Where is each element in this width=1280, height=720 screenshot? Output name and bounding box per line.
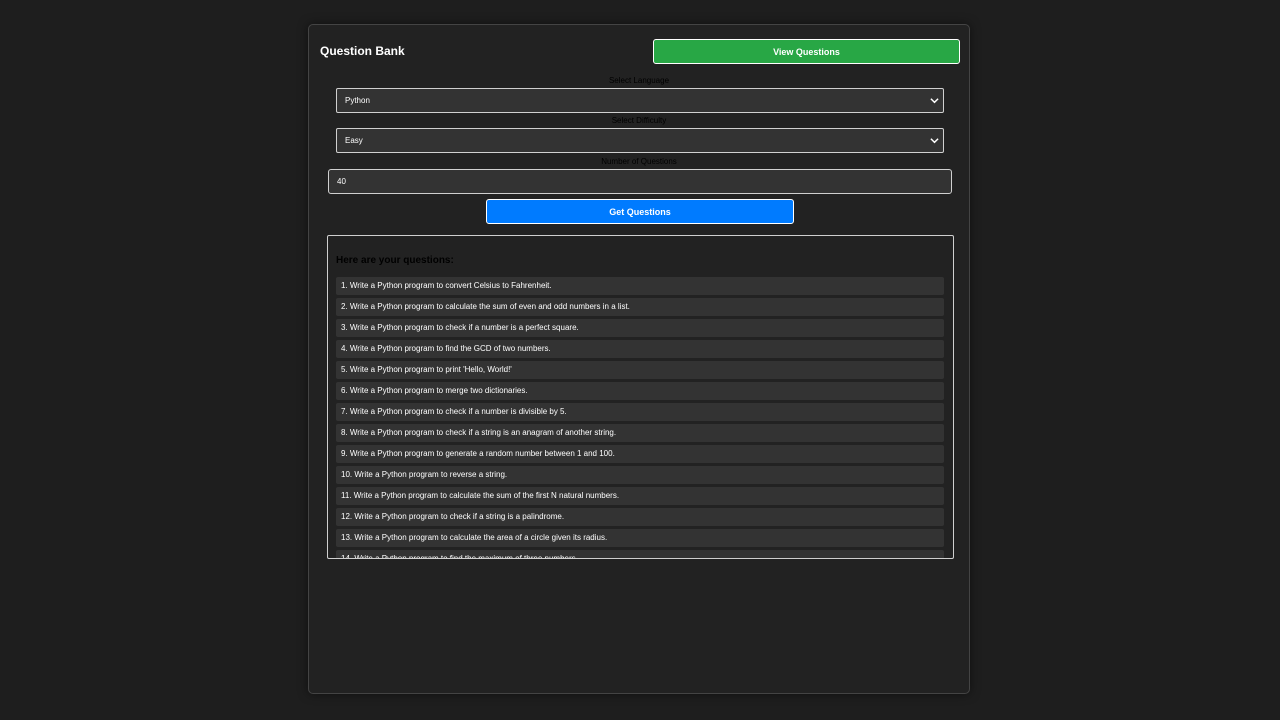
- difficulty-select[interactable]: Easy: [336, 128, 944, 153]
- question-bank-panel: Question Bank View Questions Select Lang…: [308, 24, 970, 694]
- list-item: 6. Write a Python program to merge two d…: [336, 382, 944, 400]
- language-label: Select Language: [608, 76, 670, 85]
- language-select-value: Python: [345, 96, 370, 105]
- list-item: 11. Write a Python program to calculate …: [336, 487, 944, 505]
- difficulty-select-value: Easy: [345, 136, 363, 145]
- list-item: 4. Write a Python program to find the GC…: [336, 340, 944, 358]
- view-questions-button[interactable]: View Questions: [653, 39, 960, 64]
- list-item: 13. Write a Python program to calculate …: [336, 529, 944, 547]
- list-item: 9. Write a Python program to generate a …: [336, 445, 944, 463]
- list-item: 14. Write a Python program to find the m…: [336, 550, 944, 558]
- chevron-down-icon: [930, 138, 939, 144]
- language-select[interactable]: Python: [336, 88, 944, 113]
- list-item: 8. Write a Python program to check if a …: [336, 424, 944, 442]
- list-item: 5. Write a Python program to print 'Hell…: [336, 361, 944, 379]
- page-title: Question Bank: [320, 44, 405, 58]
- list-item: 7. Write a Python program to check if a …: [336, 403, 944, 421]
- list-item: 2. Write a Python program to calculate t…: [336, 298, 944, 316]
- questions-result-box[interactable]: Here are your questions: 1. Write a Pyth…: [327, 235, 954, 559]
- list-item: 10. Write a Python program to reverse a …: [336, 466, 944, 484]
- chevron-down-icon: [930, 98, 939, 104]
- question-count-input[interactable]: [328, 169, 952, 194]
- difficulty-label: Select Difficulty: [611, 116, 667, 125]
- list-item: 1. Write a Python program to convert Cel…: [336, 277, 944, 295]
- questions-list: 1. Write a Python program to convert Cel…: [336, 277, 944, 558]
- list-item: 12. Write a Python program to check if a…: [336, 508, 944, 526]
- results-heading: Here are your questions:: [336, 255, 454, 266]
- get-questions-button[interactable]: Get Questions: [486, 199, 794, 224]
- question-count-label: Number of Questions: [601, 157, 677, 166]
- list-item: 3. Write a Python program to check if a …: [336, 319, 944, 337]
